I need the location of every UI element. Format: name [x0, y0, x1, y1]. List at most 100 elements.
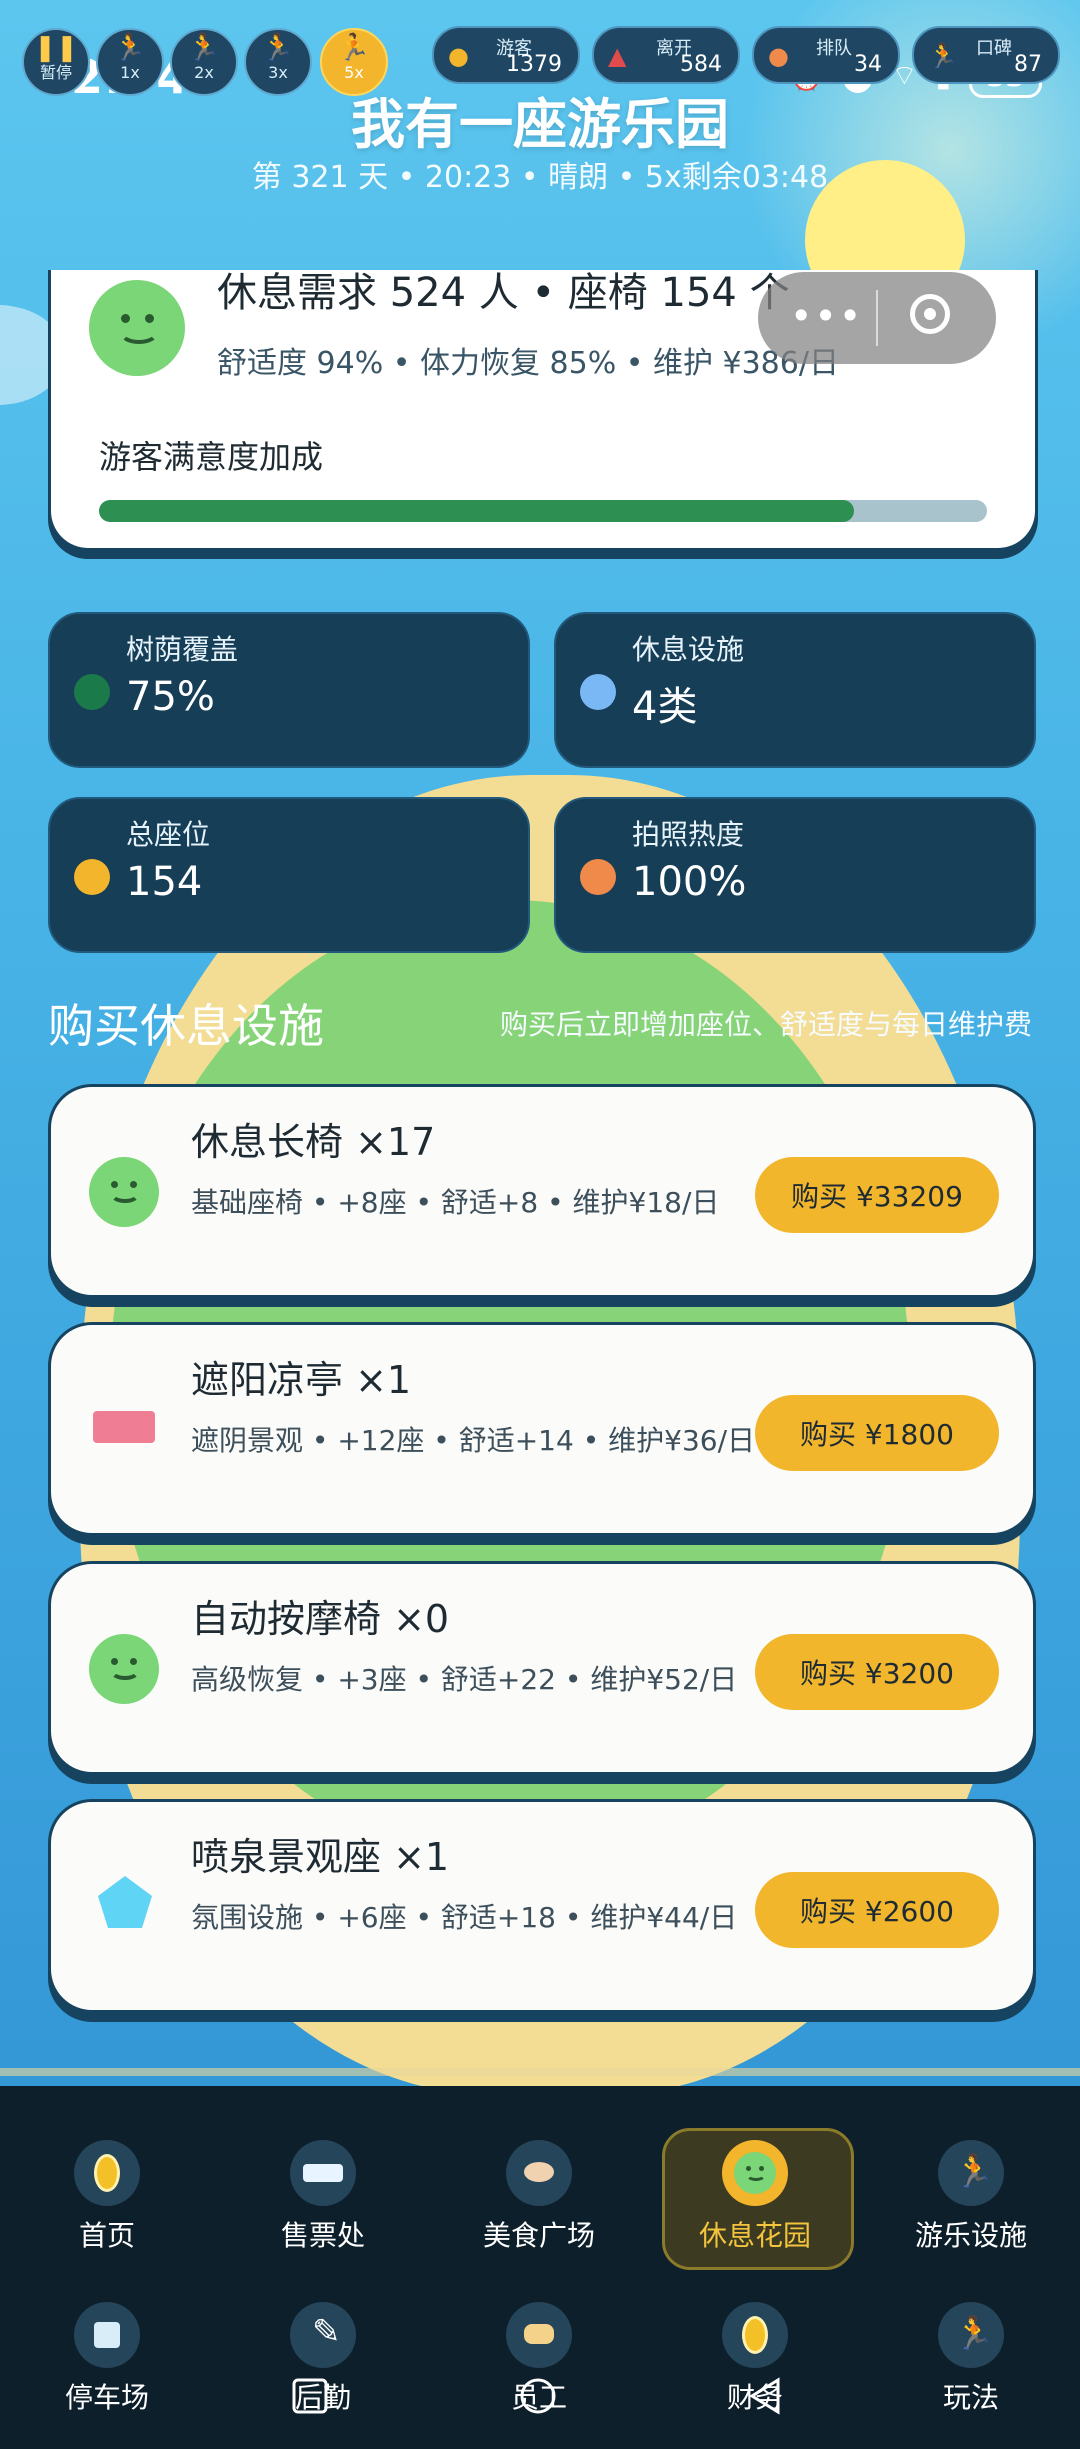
food-icon	[506, 2140, 572, 2206]
item-card-massage-chair: 自动按摩椅 ×0 高级恢复 • +3座 • 舒适+22 • 维护¥52/日 购买…	[48, 1561, 1036, 1775]
runner-icon: 🏃	[938, 2140, 1004, 2206]
item-description: 基础座椅 • +8座 • 舒适+8 • 维护¥18/日	[191, 1186, 720, 1219]
ticket-icon	[93, 1411, 155, 1443]
status-dot-icon	[580, 674, 616, 710]
miniprogram-capsule: •••	[758, 272, 996, 364]
tile-value: 100%	[632, 859, 747, 905]
tile-total-seats: 总座位 154	[48, 797, 530, 953]
stat-leaving: ▲ 离开 584	[592, 26, 740, 84]
nav-label: 停车场	[64, 2381, 149, 2414]
item-description: 高级恢复 • +3座 • 舒适+22 • 维护¥52/日	[191, 1663, 738, 1696]
ticket-icon	[290, 2140, 356, 2206]
tile-rest-facilities: 休息设施 4类	[554, 612, 1036, 768]
smiley-icon	[89, 280, 185, 376]
satisfaction-bonus-fill	[99, 500, 854, 522]
runner-icon: 🏃	[187, 33, 221, 63]
stat-value: 34	[854, 52, 882, 77]
visitor-icon: ●	[448, 42, 469, 70]
tile-shade-coverage: 树荫覆盖 75%	[48, 612, 530, 768]
item-card-fountain-seat: 喷泉景观座 ×1 氛围设施 • +6座 • 舒适+18 • 维护¥44/日 购买…	[48, 1799, 1036, 2013]
tile-value: 4类	[632, 684, 698, 730]
buy-fountain-seat-button[interactable]: 购买 ¥2600	[755, 1872, 999, 1948]
tile-photo-popularity: 拍照热度 100%	[554, 797, 1036, 953]
satisfaction-bonus-bar	[99, 500, 987, 522]
close-miniprogram-button[interactable]	[910, 294, 950, 334]
smiley-icon	[89, 1157, 159, 1227]
buy-pavilion-button[interactable]: 购买 ¥1800	[755, 1395, 999, 1471]
rest-comfort-detail: 舒适度 94% • 体力恢复 85% • 维护 ¥386/日	[217, 346, 839, 381]
item-name: 自动按摩椅 ×0	[191, 1597, 450, 1641]
item-name: 遮阳凉亭 ×1	[191, 1358, 412, 1402]
status-dot-icon	[74, 674, 110, 710]
tile-label: 拍照热度	[632, 818, 745, 851]
staff-icon	[506, 2302, 572, 2368]
section-hint: 购买后立即增加座位、舒适度与每日维护费	[499, 1008, 1032, 1041]
nav-label: 休息花园	[698, 2219, 811, 2252]
parking-icon	[74, 2302, 140, 2368]
item-name: 休息长椅 ×17	[191, 1120, 436, 1164]
nav-item-gameplay[interactable]: 🏃 玩法	[876, 2302, 1066, 2416]
speed-label: 3x	[268, 63, 288, 82]
runner-icon: 🏃	[337, 33, 371, 63]
item-description: 氛围设施 • +6座 • 舒适+18 • 维护¥44/日	[191, 1901, 738, 1934]
tile-value: 154	[126, 859, 203, 905]
page-subtitle: 第 321 天 • 20:23 • 晴朗 • 5x剩余03:48	[251, 160, 829, 195]
tile-value: 75%	[126, 674, 215, 720]
speed-label: 1x	[120, 63, 140, 82]
runner-icon: 🏃	[261, 33, 295, 63]
recent-apps-button[interactable]	[290, 2376, 330, 2416]
item-name: 喷泉景观座 ×1	[191, 1835, 450, 1879]
nav-item-rides[interactable]: 🏃 游乐设施	[876, 2140, 1066, 2254]
stat-label: 口碑	[976, 38, 1012, 59]
item-card-bench: 休息长椅 ×17 基础座椅 • +8座 • 舒适+8 • 维护¥18/日 购买 …	[48, 1084, 1036, 1298]
coin-icon	[722, 2302, 788, 2368]
coin-icon	[74, 2140, 140, 2206]
smiley-icon	[89, 1634, 159, 1704]
home-button[interactable]	[518, 2376, 558, 2416]
queue-icon: ●	[768, 42, 789, 70]
tile-label: 休息设施	[632, 633, 745, 666]
speed-label: 暂停	[39, 63, 72, 82]
speed-label: 5x	[344, 63, 364, 82]
page-title: 我有一座游乐园	[351, 93, 729, 156]
runner-icon: 🏃	[928, 42, 958, 70]
buy-bench-button[interactable]: 购买 ¥33209	[755, 1157, 999, 1233]
wrench-icon: ✎	[290, 2302, 356, 2368]
rest-demand-headline: 休息需求 524 人 • 座椅 154 个	[217, 270, 790, 316]
stat-value: 1379	[506, 52, 562, 77]
nav-label: 游乐设施	[914, 2219, 1027, 2252]
nav-item-home[interactable]: 首页	[12, 2140, 202, 2254]
stat-visitors: ● 游客 1379	[432, 26, 580, 84]
warning-icon: ▲	[608, 42, 627, 70]
runner-icon: 🏃	[938, 2302, 1004, 2368]
nav-item-food-court[interactable]: 美食广场	[444, 2140, 634, 2254]
nav-item-ticket-office[interactable]: 售票处	[228, 2140, 418, 2254]
more-options-button[interactable]: •••	[790, 294, 863, 338]
stat-value: 584	[680, 52, 722, 77]
buy-massage-chair-button[interactable]: 购买 ¥3200	[755, 1634, 999, 1710]
nav-item-rest-garden[interactable]: 休息花园	[660, 2140, 850, 2254]
nav-label: 首页	[78, 2219, 135, 2252]
pause-icon: ❚❚	[34, 33, 78, 63]
nav-label: 玩法	[942, 2381, 999, 2414]
speed-label: 2x	[194, 63, 214, 82]
capsule-divider	[876, 290, 878, 346]
item-card-pavilion: 遮阳凉亭 ×1 遮阴景观 • +12座 • 舒适+14 • 维护¥36/日 购买…	[48, 1322, 1036, 1536]
nav-label: 售票处	[280, 2219, 365, 2252]
back-button[interactable]	[746, 2376, 786, 2416]
shoreline	[0, 2068, 1080, 2076]
stat-label: 排队	[816, 38, 852, 59]
stat-queue: ● 排队 34	[752, 26, 900, 84]
nav-item-parking[interactable]: 停车场	[12, 2302, 202, 2416]
satisfaction-bonus-label: 游客满意度加成	[99, 438, 324, 476]
section-title: 购买休息设施	[48, 999, 324, 1053]
runner-icon: 🏃	[113, 33, 147, 63]
status-dot-icon	[580, 859, 616, 895]
stat-value: 87	[1014, 52, 1042, 77]
nav-label: 美食广场	[482, 2219, 595, 2252]
tile-label: 总座位	[126, 818, 211, 851]
gem-icon	[98, 1876, 152, 1928]
item-description: 遮阴景观 • +12座 • 舒适+14 • 维护¥36/日	[191, 1424, 756, 1457]
status-dot-icon	[74, 859, 110, 895]
smiley-icon	[722, 2140, 788, 2206]
